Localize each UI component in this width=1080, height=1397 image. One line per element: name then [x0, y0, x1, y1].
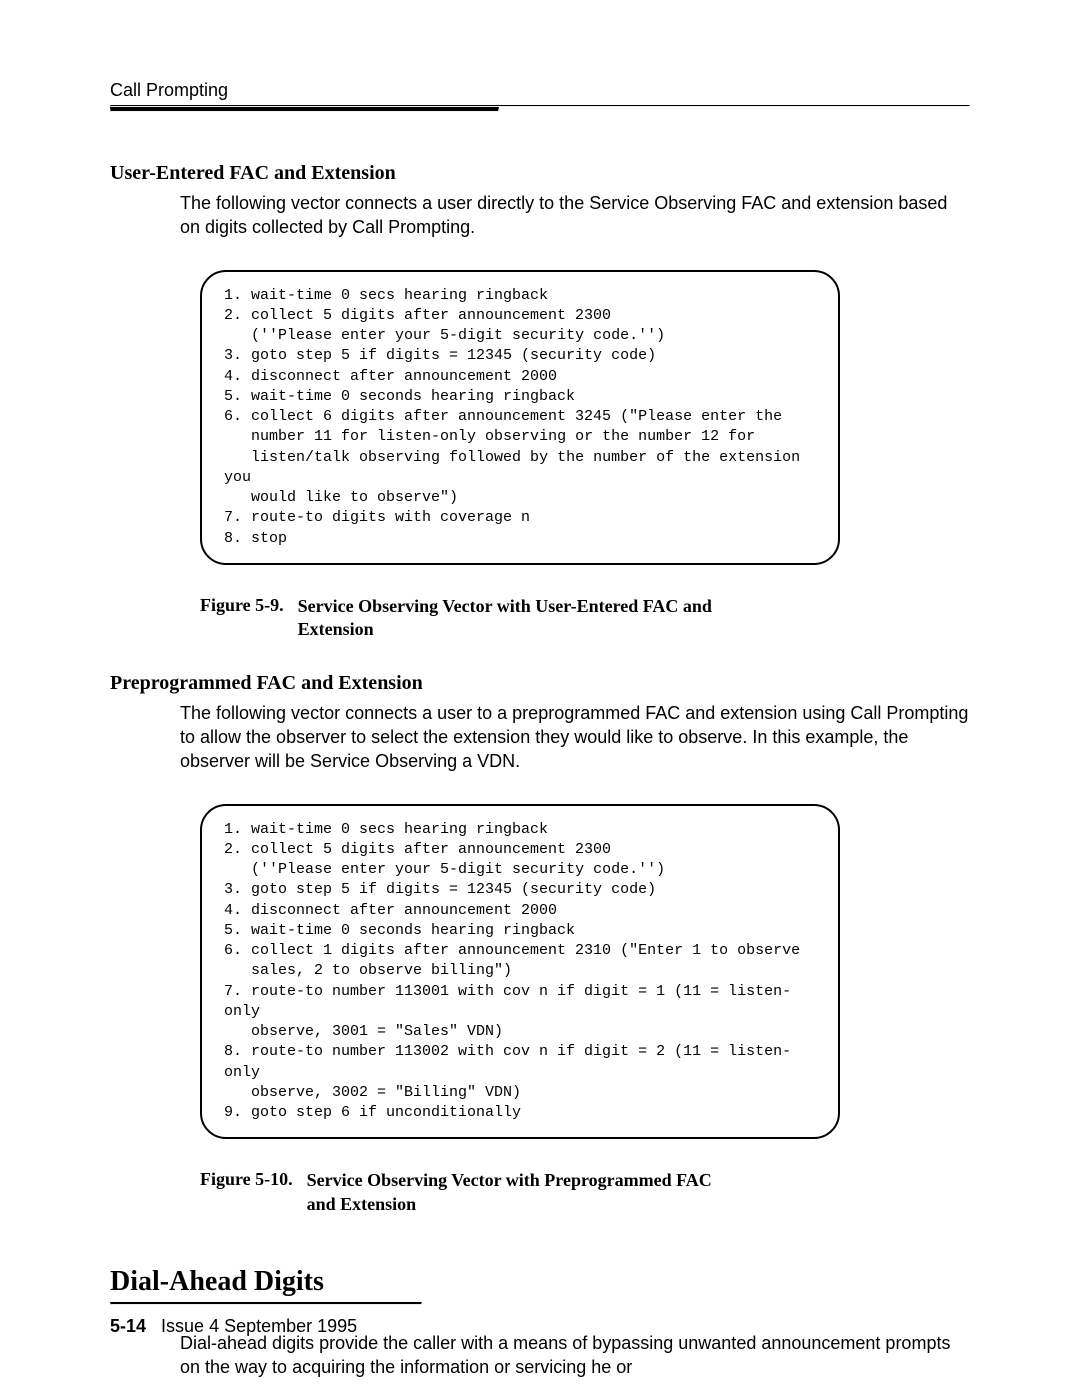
running-head: Call Prompting: [110, 80, 970, 101]
page-number: 5-14: [110, 1316, 156, 1336]
body-dial-ahead: Dial-ahead digits provide the caller wit…: [180, 1331, 970, 1380]
subheading-preprogrammed: Preprogrammed FAC and Extension: [110, 672, 970, 695]
body-user-entered: The following vector connects a user dir…: [180, 191, 970, 240]
figure-text: Service Observing Vector with Preprogram…: [307, 1169, 727, 1216]
figure-label: Figure 5-10.: [200, 1169, 307, 1216]
figure-caption-5-10: Figure 5-10. Service Observing Vector wi…: [200, 1169, 970, 1216]
section-preprogrammed: Preprogrammed FAC and Extension The foll…: [110, 672, 970, 1216]
figure-caption-5-9: Figure 5-9. Service Observing Vector wit…: [200, 595, 970, 642]
section-title-dial-ahead: Dial-Ahead Digits: [110, 1266, 970, 1298]
page-footer: 5-14 Issue 4 September 1995: [110, 1316, 357, 1337]
issue-info: Issue 4 September 1995: [161, 1316, 357, 1336]
figure-label: Figure 5-9.: [200, 595, 298, 642]
section-title-rule: [110, 1302, 422, 1305]
body-preprogrammed: The following vector connects a user to …: [180, 701, 970, 774]
page: Call Prompting User-Entered FAC and Exte…: [0, 0, 1080, 1397]
figure-text: Service Observing Vector with User-Enter…: [298, 595, 718, 642]
code-box-2: 1. wait-time 0 secs hearing ringback 2. …: [200, 804, 840, 1140]
subheading-user-entered: User-Entered FAC and Extension: [110, 162, 970, 185]
section-user-entered: User-Entered FAC and Extension The follo…: [110, 162, 970, 642]
rule-thick: [110, 107, 499, 112]
code-box-1: 1. wait-time 0 secs hearing ringback 2. …: [200, 270, 840, 565]
